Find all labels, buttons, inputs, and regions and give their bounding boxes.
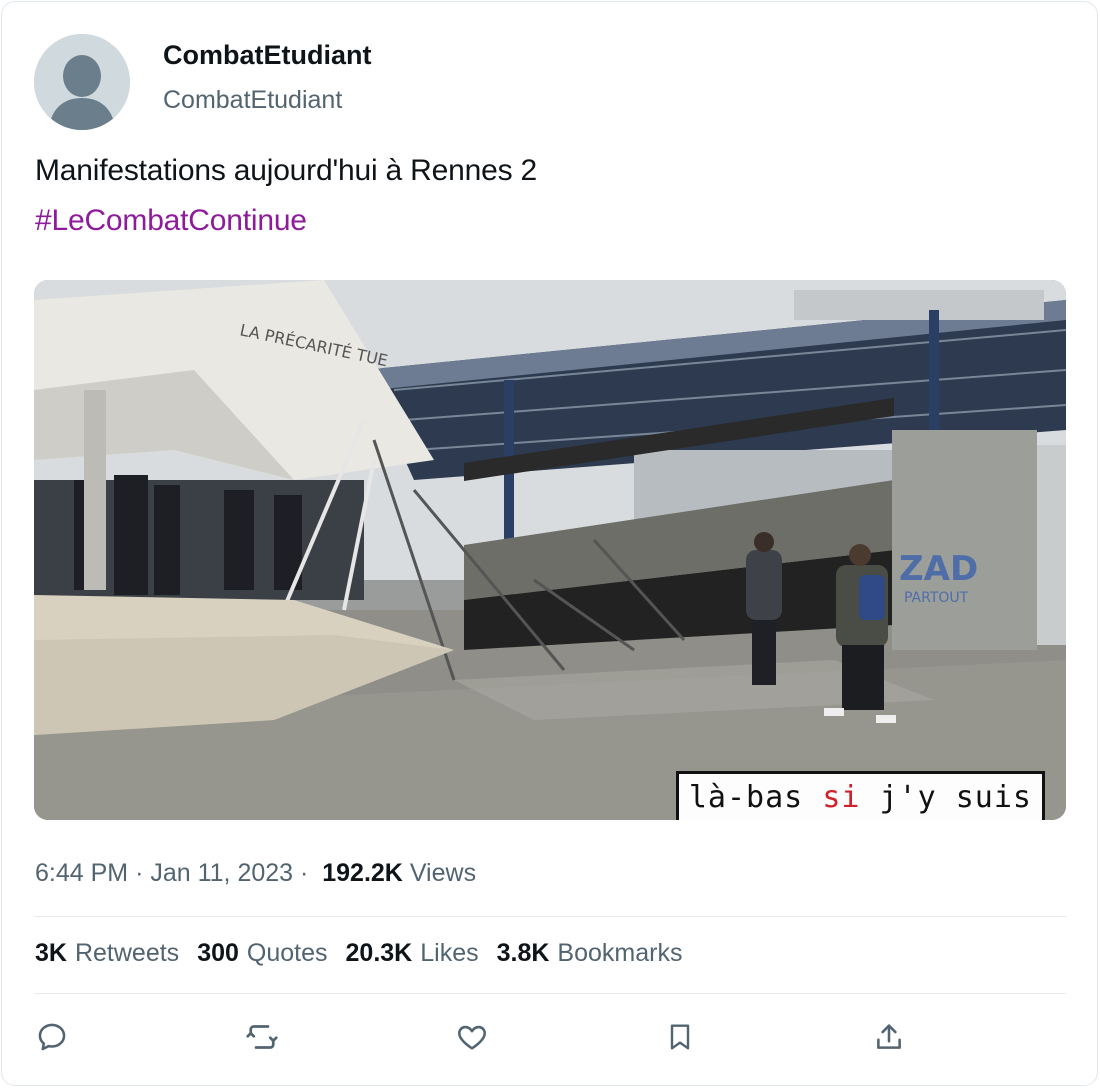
display-name[interactable]: CombatEtudiant [163, 40, 372, 71]
tweet-time[interactable]: 6:44 PM [35, 859, 128, 887]
graffiti-zad: ZAD [899, 549, 978, 589]
graffiti-partout: PARTOUT [904, 590, 969, 606]
caption-red: si [822, 780, 861, 815]
tweet-meta: 6:44 PM · Jan 11, 2023 · 192.2K Views [35, 859, 476, 888]
stat-count: 300 [197, 939, 239, 967]
bookmark-icon [670, 1024, 690, 1050]
share-icon [877, 1024, 901, 1049]
default-avatar-icon [34, 34, 130, 130]
meta-separator: · [300, 859, 309, 887]
views-label: Views [409, 859, 477, 887]
heart-icon [458, 1025, 486, 1050]
handle[interactable]: CombatEtudiant [163, 86, 342, 115]
hashtag-link[interactable]: #LeCombatContinue [35, 204, 307, 238]
tweet-date[interactable]: Jan 11, 2023 [150, 859, 293, 887]
reply-button[interactable] [34, 1019, 70, 1055]
caption-part2: j'y suis [860, 780, 1032, 815]
divider [34, 916, 1066, 917]
stat-bookmarks[interactable]: 3.8K Bookmarks [497, 939, 683, 968]
tweet-video[interactable]: ZAD PARTOUT LA PRÉCARITÉ TUE là-bas si j… [34, 280, 1066, 820]
engagement-stats: 3K Retweets 300 Quotes 20.3K Likes 3.8K Book… [35, 939, 682, 968]
tweet-text: Manifestations aujourd'hui à Rennes 2 [35, 154, 537, 187]
stat-count: 3K [35, 939, 67, 967]
bookmark-button[interactable] [662, 1019, 698, 1055]
video-frame: ZAD PARTOUT LA PRÉCARITÉ TUE [34, 280, 1066, 820]
stat-label: Retweets [74, 939, 180, 967]
like-button[interactable] [454, 1019, 490, 1055]
stat-likes[interactable]: 20.3K Likes [346, 939, 479, 968]
avatar[interactable] [34, 34, 130, 130]
meta-separator: · [135, 859, 144, 887]
caption-part1: là-bas [688, 780, 823, 815]
reply-icon [38, 1023, 66, 1051]
views-count: 192.2K [322, 859, 403, 887]
retweet-button[interactable] [244, 1019, 280, 1055]
stat-label: Bookmarks [557, 939, 683, 967]
stat-count: 20.3K [345, 939, 413, 967]
share-button[interactable] [871, 1019, 907, 1055]
stat-quotes[interactable]: 300 Quotes [197, 939, 327, 968]
retweet-icon [246, 1025, 278, 1049]
video-caption: là-bas si j'y suis [675, 771, 1045, 820]
divider [34, 993, 1066, 994]
stat-retweets[interactable]: 3K Retweets [35, 939, 179, 968]
stat-label: Quotes [246, 939, 328, 967]
stat-label: Likes [420, 939, 479, 967]
stat-count: 3.8K [496, 939, 550, 967]
